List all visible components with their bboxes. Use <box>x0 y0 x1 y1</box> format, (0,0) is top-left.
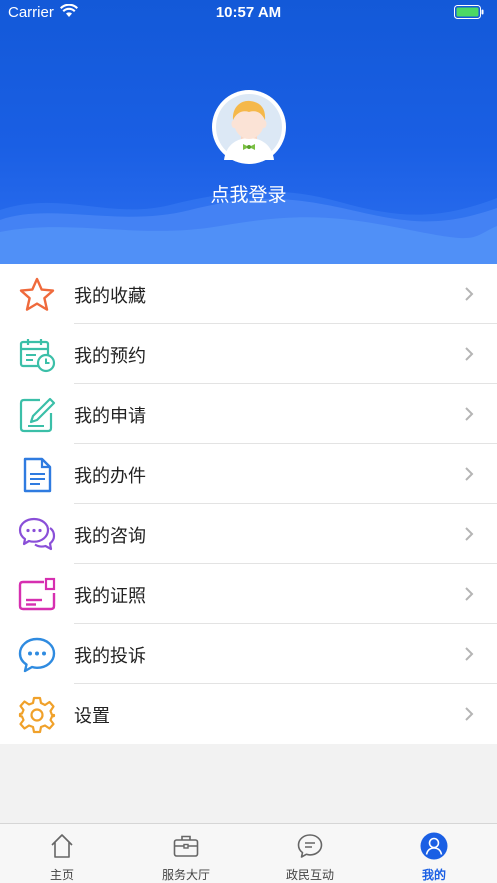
default-avatar-icon <box>216 94 282 160</box>
menu-item-consultations[interactable]: 我的咨询 <box>0 504 497 564</box>
status-bar: Carrier 10:57 AM <box>0 0 497 26</box>
pen-square-icon <box>18 396 56 434</box>
chat-bubbles-icon <box>18 516 56 554</box>
chevron-right-icon <box>465 587 474 601</box>
chevron-right-icon <box>465 467 474 481</box>
tab-label: 政民互动 <box>285 868 334 882</box>
chevron-right-icon <box>465 347 474 361</box>
menu-item-appointments[interactable]: 我的预约 <box>0 324 497 384</box>
chevron-right-icon <box>465 287 474 301</box>
menu-item-settings[interactable]: 设置 <box>0 684 497 744</box>
menu-item-label: 我的申请 <box>74 406 146 427</box>
menu-item-applications[interactable]: 我的申请 <box>0 384 497 444</box>
briefcase-icon <box>172 832 200 860</box>
menu-item-label: 我的办件 <box>74 466 146 487</box>
tab-mine[interactable]: 我的 <box>372 824 496 883</box>
tab-service-hall[interactable]: 服务大厅 <box>124 824 248 883</box>
menu-item-label: 我的预约 <box>74 346 146 367</box>
clock: 10:57 AM <box>215 4 282 21</box>
id-card-icon <box>18 576 56 614</box>
menu-item-complaints[interactable]: 我的投诉 <box>0 624 497 684</box>
menu-item-label: 我的收藏 <box>74 286 146 307</box>
chevron-right-icon <box>465 647 474 661</box>
menu-item-label: 设置 <box>74 706 110 727</box>
tab-bar: 主页 服务大厅 政民互动 我的 <box>0 823 497 883</box>
chevron-right-icon <box>465 527 474 541</box>
star-icon <box>18 276 56 314</box>
menu-item-cases[interactable]: 我的办件 <box>0 444 497 504</box>
avatar[interactable] <box>212 90 286 164</box>
menu-item-licenses[interactable]: 我的证照 <box>0 564 497 624</box>
document-icon <box>18 456 56 494</box>
menu-item-favorites[interactable]: 我的收藏 <box>0 264 497 324</box>
tab-label: 我的 <box>421 868 446 882</box>
tab-home[interactable]: 主页 <box>0 824 124 883</box>
profile-menu: 我的收藏 我的预约 我的申请 我的办件 我的咨询 我的证照 我的投诉 设置 <box>0 264 497 744</box>
calendar-clock-icon <box>18 336 56 374</box>
gear-icon <box>18 696 56 734</box>
battery-icon <box>454 5 484 19</box>
login-link[interactable]: 点我登录 <box>0 180 497 207</box>
speech-bubble-icon <box>18 636 56 674</box>
menu-item-label: 我的投诉 <box>74 646 146 667</box>
menu-item-label: 我的证照 <box>74 586 146 607</box>
tab-label: 服务大厅 <box>161 868 210 882</box>
chat-icon <box>296 832 324 860</box>
menu-item-label: 我的咨询 <box>74 526 146 547</box>
home-icon <box>48 832 76 860</box>
profile-header: Carrier 10:57 AM 点我登录 <box>0 0 497 264</box>
tab-label: 主页 <box>49 868 74 882</box>
tab-interaction[interactable]: 政民互动 <box>248 824 372 883</box>
chevron-right-icon <box>465 407 474 421</box>
chevron-right-icon <box>465 707 474 721</box>
user-icon <box>420 832 448 860</box>
